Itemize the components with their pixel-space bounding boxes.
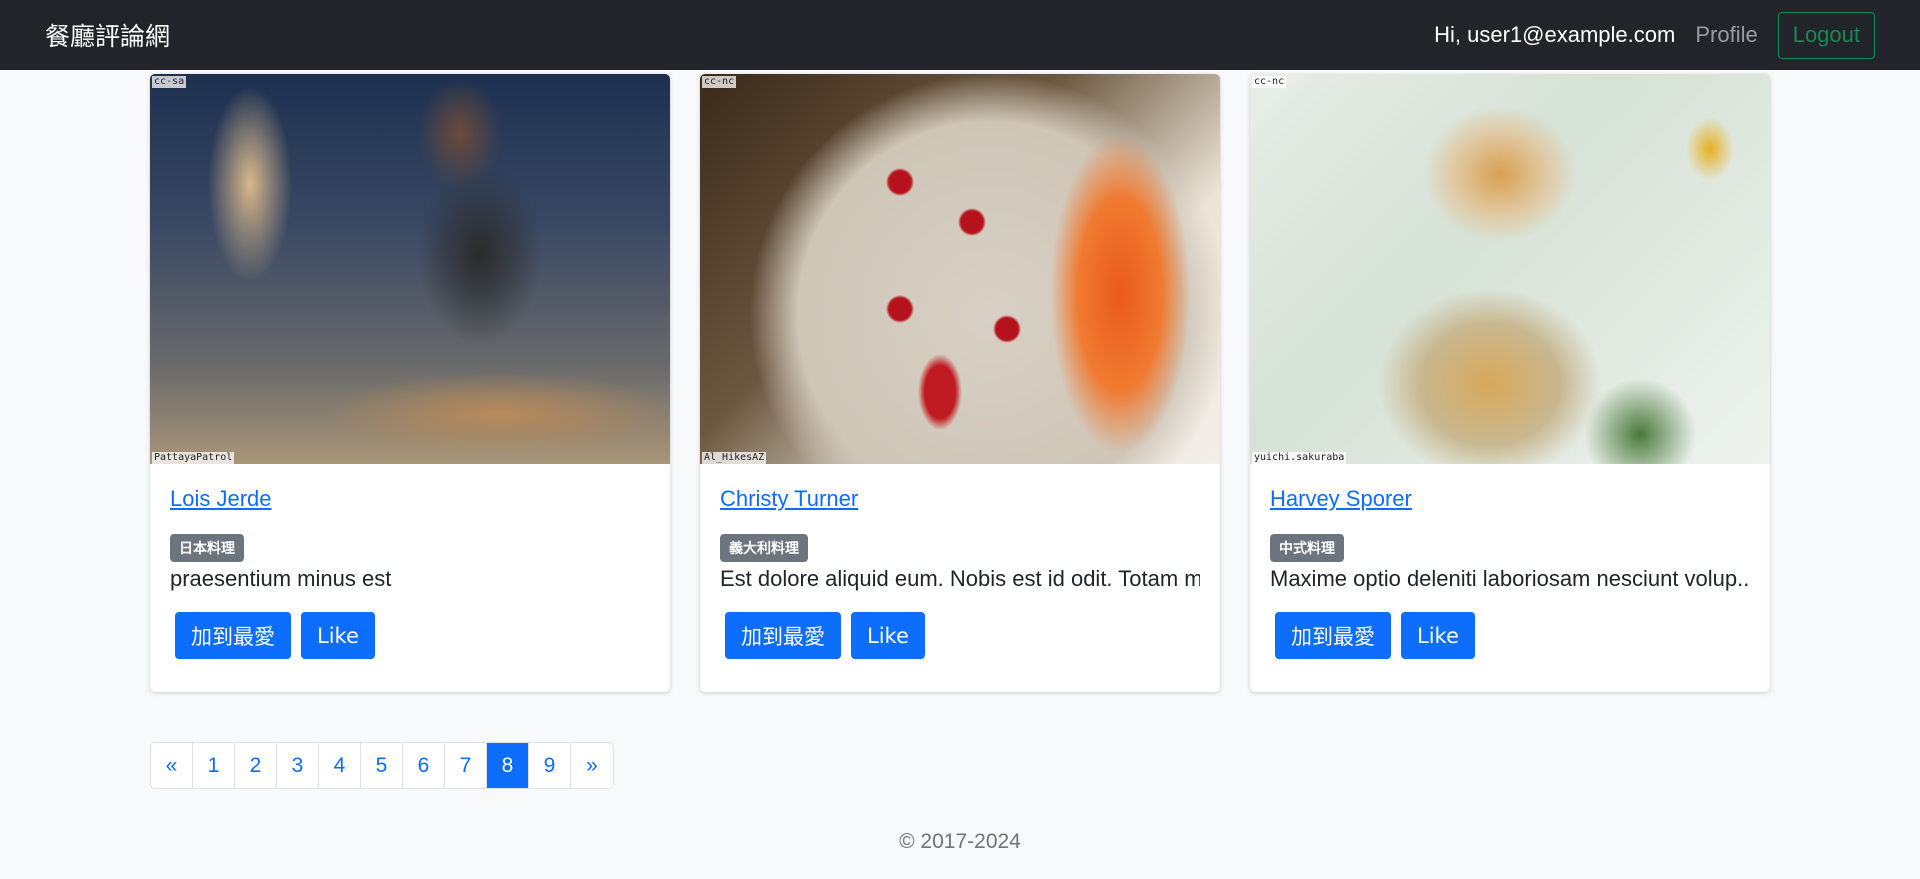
card-body: Christy Turner 義大利料理 Est dolore aliquid … xyxy=(700,464,1220,659)
brand-link[interactable]: 餐廳評論網 xyxy=(45,17,170,53)
restaurant-image[interactable]: cc-nc Al_HikesAZ xyxy=(700,74,1220,464)
card-actions: 加到最愛 Like xyxy=(720,612,1200,659)
restaurant-description: praesentium minus est xyxy=(170,566,392,591)
add-favorite-button[interactable]: 加到最愛 xyxy=(1275,612,1391,659)
user-greeting: Hi, user1@example.com xyxy=(1434,22,1676,47)
restaurant-description: Est dolore aliquid eum. Nobis est id odi… xyxy=(720,566,1200,591)
add-favorite-button[interactable]: 加到最愛 xyxy=(725,612,841,659)
pagination-page-2[interactable]: 2 xyxy=(235,743,277,788)
top-navbar: 餐廳評論網 Hi, user1@example.com Profile Logo… xyxy=(0,0,1920,70)
pagination-page-6[interactable]: 6 xyxy=(403,743,445,788)
pagination-page-4[interactable]: 4 xyxy=(319,743,361,788)
license-tag: cc-nc xyxy=(702,76,737,88)
pagination-page-9[interactable]: 9 xyxy=(529,743,571,788)
license-tag: cc-nc xyxy=(1252,76,1287,88)
card-actions: 加到最愛 Like xyxy=(1270,612,1750,659)
restaurant-name-link[interactable]: Lois Jerde xyxy=(170,486,272,512)
photo-credit: PattayaPatrol xyxy=(152,452,235,464)
pagination-next[interactable]: » xyxy=(571,743,613,788)
restaurant-card: cc-nc yuichi.sakuraba Harvey Sporer 中式料理… xyxy=(1250,74,1770,692)
pagination-page-7[interactable]: 7 xyxy=(445,743,487,788)
profile-link[interactable]: Profile xyxy=(1695,22,1757,48)
navbar-right: Hi, user1@example.com Profile Logout xyxy=(1434,11,1875,59)
like-button[interactable]: Like xyxy=(1401,612,1475,659)
card-body: Harvey Sporer 中式料理 Maxime optio deleniti… xyxy=(1250,464,1770,659)
category-badge: 中式料理 xyxy=(1270,534,1344,562)
restaurant-image[interactable]: cc-sa PattayaPatrol xyxy=(150,74,670,464)
pagination-prev[interactable]: « xyxy=(151,743,193,788)
pagination-page-1[interactable]: 1 xyxy=(193,743,235,788)
pagination-page-3[interactable]: 3 xyxy=(277,743,319,788)
card-actions: 加到最愛 Like xyxy=(170,612,650,659)
restaurant-image[interactable]: cc-nc yuichi.sakuraba xyxy=(1250,74,1770,464)
pagination: « 1 2 3 4 5 6 7 8 9 » xyxy=(150,742,614,789)
restaurant-card: cc-sa PattayaPatrol Lois Jerde 日本料理 prae… xyxy=(150,74,670,692)
restaurant-card-grid: cc-sa PattayaPatrol Lois Jerde 日本料理 prae… xyxy=(150,74,1770,692)
photo-credit: yuichi.sakuraba xyxy=(1252,452,1347,464)
pagination-page-8-current[interactable]: 8 xyxy=(487,743,529,788)
like-button[interactable]: Like xyxy=(301,612,375,659)
restaurant-name-link[interactable]: Christy Turner xyxy=(720,486,858,512)
like-button[interactable]: Like xyxy=(851,612,925,659)
card-body: Lois Jerde 日本料理 praesentium minus est 加到… xyxy=(150,464,670,659)
restaurant-name-link[interactable]: Harvey Sporer xyxy=(1270,486,1412,512)
pagination-page-5[interactable]: 5 xyxy=(361,743,403,788)
photo-credit: Al_HikesAZ xyxy=(702,452,767,464)
category-badge: 義大利料理 xyxy=(720,534,808,562)
restaurant-description: Maxime optio deleniti laboriosam nesciun… xyxy=(1270,566,1750,591)
restaurant-card: cc-nc Al_HikesAZ Christy Turner 義大利料理 Es… xyxy=(700,74,1220,692)
license-tag: cc-sa xyxy=(152,76,187,88)
category-badge: 日本料理 xyxy=(170,534,244,562)
add-favorite-button[interactable]: 加到最愛 xyxy=(175,612,291,659)
footer-copyright: © 2017-2024 xyxy=(899,830,1021,853)
logout-button[interactable]: Logout xyxy=(1777,11,1875,59)
